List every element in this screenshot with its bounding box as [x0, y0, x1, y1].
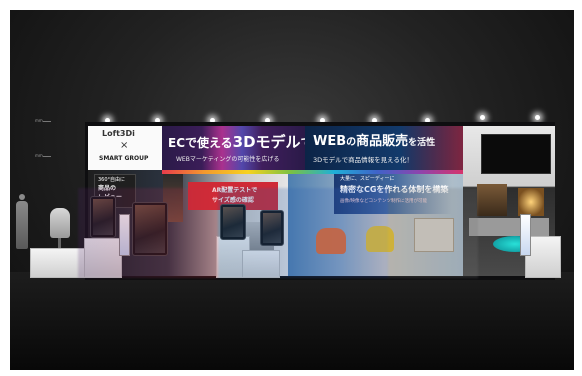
dimension-label-middle: mm: [35, 153, 43, 158]
floor-reflection: [10, 186, 574, 278]
booth-render-scene: mm mm Loft3Di × SMART GROUP ECで使える3Dモデルで…: [10, 10, 574, 370]
cross-symbol: ×: [120, 140, 129, 151]
dimension-tick-middle: [43, 156, 51, 157]
web-headline-part4: を活性: [408, 138, 436, 148]
web-subline: 3Dモデルで商品情報を見える化！: [313, 156, 413, 164]
ec-subline: WEBマーケティングの可能性を広げる: [176, 156, 280, 163]
spotlight-icon: [480, 115, 485, 120]
logo-panel: Loft3Di × SMART GROUP: [88, 126, 162, 170]
ec-headline-part2: 3Dモデル: [232, 133, 301, 151]
spotlight-icon: [535, 115, 540, 120]
callout-360-line1: 360°自由に: [98, 177, 126, 183]
reflective-floor: [10, 272, 574, 370]
ec-headline-part1: ECで使える: [168, 136, 233, 150]
rainbow-stripe: [162, 170, 463, 174]
web-headline-part1: WEB: [313, 134, 347, 149]
smart-group-logo: SMART GROUP: [99, 155, 149, 162]
dimension-label-top: mm: [35, 118, 43, 123]
dimension-tick-top: [43, 121, 51, 122]
callout-cg-line1: 大量に、スピーディーに: [340, 176, 395, 182]
web-headline-part2: の: [346, 137, 357, 148]
web-headline-part3: 商品販売: [356, 134, 409, 149]
tv-screen: [481, 134, 551, 174]
ec-banner: ECで使える3Dモデルで WEBマーケティングの可能性を広げる: [162, 126, 305, 170]
web-banner: WEBの商品販売を活性 3Dモデルで商品情報を見える化！: [305, 126, 463, 170]
loft3di-logo: Loft3Di: [102, 129, 135, 138]
